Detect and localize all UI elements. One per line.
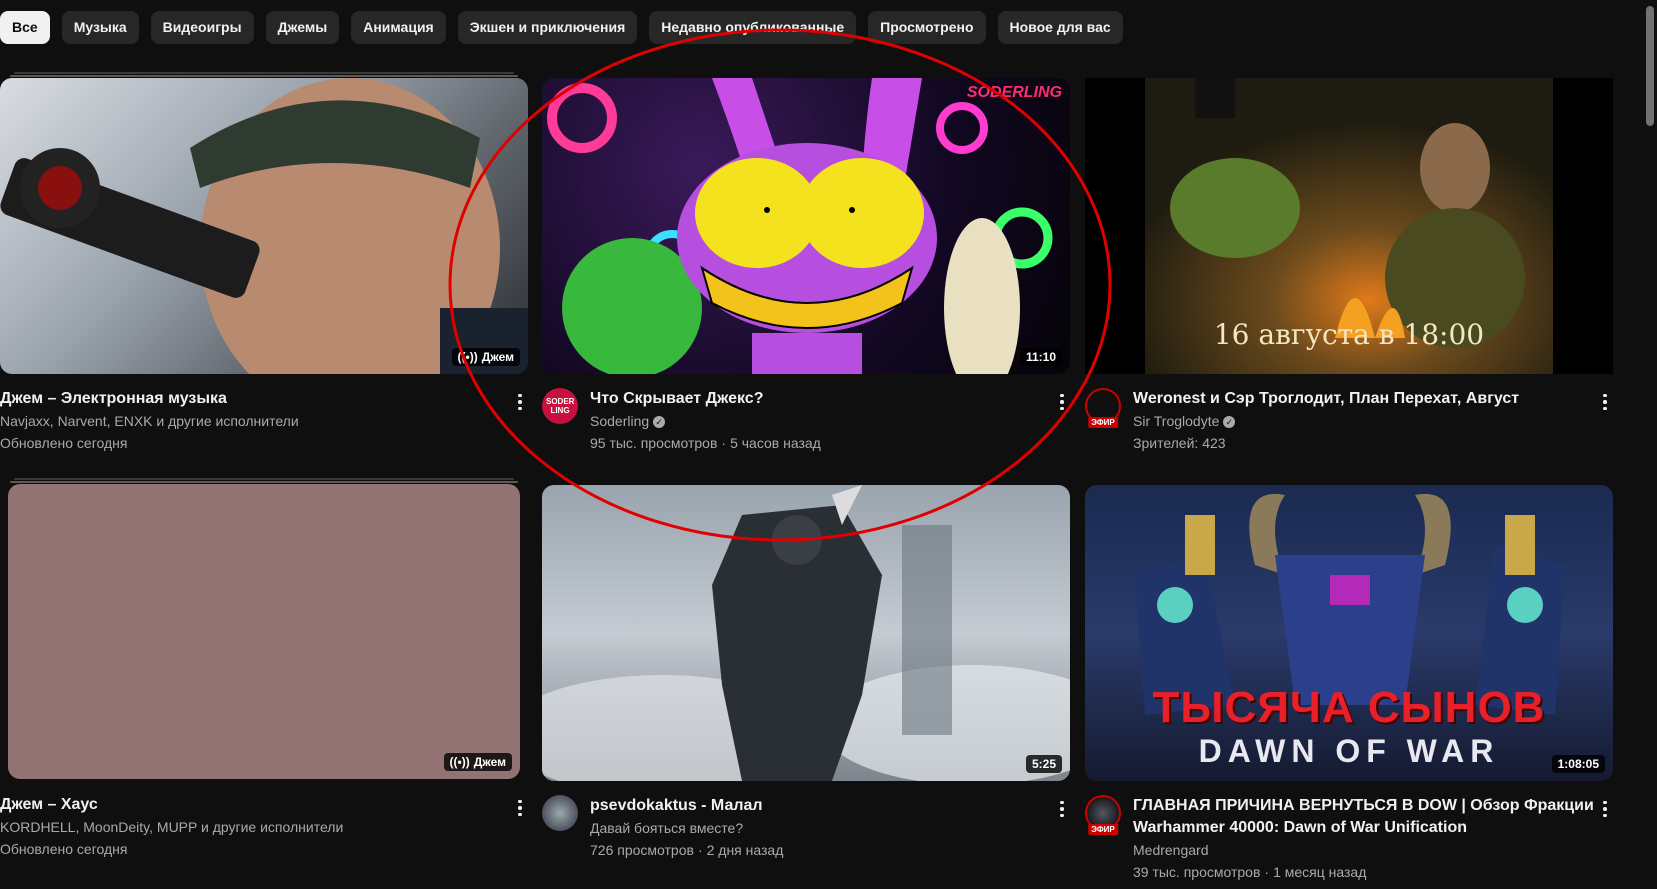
more-actions-icon[interactable] — [508, 390, 532, 414]
video-stats: 726 просмотров · 2 дня назад — [590, 842, 784, 858]
more-actions-icon[interactable] — [1593, 390, 1617, 414]
duration-badge: 5:25 — [1025, 755, 1062, 773]
duration-badge: 11:10 — [1019, 348, 1062, 366]
video-title[interactable]: Джем – Хаус — [0, 794, 98, 816]
channel-name[interactable]: Давай бояться вместе? — [590, 817, 743, 839]
chip-animation[interactable]: Анимация — [351, 11, 446, 44]
thumbnail-art — [0, 78, 528, 374]
chip-watched[interactable]: Просмотрено — [868, 11, 986, 44]
channel-name[interactable]: Soderling — [590, 413, 649, 429]
playlist-stack-edge — [10, 481, 518, 483]
more-actions-icon[interactable] — [508, 796, 532, 820]
channel-name[interactable]: Sir Troglodyte — [1133, 413, 1219, 429]
video-card-jam-electronic: ((•)) Джем Джем – Электронная музыка Nav… — [0, 72, 528, 452]
video-card-psevdokaktus: 5:25 psevdokaktus - Малал Давай бояться … — [542, 485, 1070, 865]
channel-name[interactable]: Medrengard — [1133, 839, 1209, 861]
chip-jams[interactable]: Джемы — [265, 11, 340, 44]
channel-name-line[interactable]: Soderling ✓ — [590, 410, 666, 432]
view-count: 39 тыс. просмотров — [1133, 864, 1261, 880]
video-card-troglodyte: 16 августа в 18:00 ЭФИР Weronest и Сэр Т… — [1085, 78, 1613, 458]
video-card-jam-house: ((•)) Джем Джем – Хаус KORDHELL, MoonDei… — [0, 478, 528, 858]
video-card-soderling: SODERLING 11:10 SODER LING Что Скрывает … — [542, 78, 1070, 458]
broadcast-icon: ((•)) — [457, 350, 478, 364]
page-scrollbar[interactable] — [1643, 0, 1657, 889]
verified-icon: ✓ — [653, 416, 666, 429]
video-title[interactable]: Weronest и Сэр Троглодит, План Перехат, … — [1133, 388, 1519, 410]
channel-avatar[interactable]: ЭФИР — [1085, 795, 1121, 835]
video-stats: 39 тыс. просмотров · 1 месяц назад — [1133, 864, 1367, 880]
video-stats: 95 тыс. просмотров · 5 часов назад — [590, 435, 821, 451]
chip-action-adventure[interactable]: Экшен и приключения — [457, 11, 638, 44]
video-thumbnail[interactable]: 5:25 — [542, 485, 1070, 781]
video-card-medrengard: ТЫСЯЧА СЫНОВ DAWN OF WAR 1:08:05 ЭФИР ГЛ… — [1085, 485, 1613, 885]
live-badge: ЭФИР — [1088, 417, 1118, 428]
broadcast-icon: ((•)) — [449, 755, 470, 769]
playlist-stack-edge — [14, 478, 514, 480]
live-badge: ЭФИР — [1088, 824, 1118, 835]
updated-line: Обновлено сегодня — [0, 435, 128, 451]
channel-name-line[interactable]: Sir Troglodyte ✓ — [1133, 410, 1236, 432]
thumbnail-caption: 16 августа в 18:00 — [1213, 318, 1485, 351]
filter-chips-bar: Все Музыка Видеоигры Джемы Анимация Экше… — [0, 11, 1123, 44]
badge-label: Джем — [473, 755, 506, 769]
verified-icon: ✓ — [1223, 416, 1236, 429]
thumbnail-subtitle: DAWN OF WAR — [1198, 733, 1500, 769]
upload-time: 2 дня назад — [706, 842, 784, 858]
more-actions-icon[interactable] — [1593, 797, 1617, 821]
video-title-line-2[interactable]: Warhammer 40000: Dawn of War Unification — [1133, 817, 1467, 839]
thumbnail-logo: SODERLING — [966, 84, 1062, 101]
video-thumbnail[interactable]: ((•)) Джем — [0, 78, 528, 374]
updated-line: Обновлено сегодня — [0, 841, 128, 857]
artists-line: KORDHELL, MoonDeity, MUPP и другие испол… — [0, 819, 344, 835]
view-count: 95 тыс. просмотров — [590, 435, 718, 451]
chip-all[interactable]: Все — [0, 11, 50, 44]
upload-time: 5 часов назад — [730, 435, 821, 451]
playlist-stack-edge — [10, 75, 518, 77]
video-title[interactable]: Джем – Электронная музыка — [0, 388, 227, 410]
video-thumbnail[interactable]: ТЫСЯЧА СЫНОВ DAWN OF WAR 1:08:05 — [1085, 485, 1613, 781]
scrollbar-thumb[interactable] — [1646, 6, 1654, 126]
thumbnail-art — [547, 78, 1053, 374]
avatar-text: SODER LING — [546, 397, 575, 415]
chip-videogames[interactable]: Видеоигры — [150, 11, 254, 44]
video-thumbnail[interactable]: ((•)) Джем — [8, 484, 520, 779]
badge-label: Джем — [481, 350, 514, 364]
video-title[interactable]: Что Скрывает Джекс? — [590, 388, 763, 410]
video-title[interactable]: psevdokaktus - Малал — [590, 795, 763, 817]
channel-avatar[interactable]: SODER LING — [542, 388, 578, 424]
chip-recently-uploaded[interactable]: Недавно опубликованные — [649, 11, 857, 44]
upload-time: 1 месяц назад — [1273, 864, 1367, 880]
viewer-count: Зрителей: 423 — [1133, 435, 1226, 451]
channel-avatar[interactable]: ЭФИР — [1085, 388, 1121, 428]
video-thumbnail[interactable]: SODERLING 11:10 — [542, 78, 1070, 374]
duration-badge: 1:08:05 — [1551, 755, 1605, 773]
playlist-stack-edge — [14, 72, 514, 74]
thumbnail-art — [542, 485, 1070, 781]
more-actions-icon[interactable] — [1050, 390, 1074, 414]
artists-line: Navjaxx, Narvent, ENXK и другие исполнит… — [0, 413, 299, 429]
thumbnail-title: ТЫСЯЧА СЫНОВ — [1152, 683, 1546, 732]
channel-avatar[interactable] — [542, 795, 578, 831]
video-thumbnail[interactable]: 16 августа в 18:00 — [1085, 78, 1613, 374]
chip-music[interactable]: Музыка — [61, 11, 139, 44]
more-actions-icon[interactable] — [1050, 797, 1074, 821]
view-count: 726 просмотров — [590, 842, 694, 858]
jam-badge: ((•)) Джем — [451, 348, 520, 366]
chip-new-for-you[interactable]: Новое для вас — [997, 11, 1123, 44]
jam-badge: ((•)) Джем — [443, 753, 512, 771]
video-title-line-1[interactable]: ГЛАВНАЯ ПРИЧИНА ВЕРНУТЬСЯ В DOW | Обзор … — [1133, 795, 1594, 817]
